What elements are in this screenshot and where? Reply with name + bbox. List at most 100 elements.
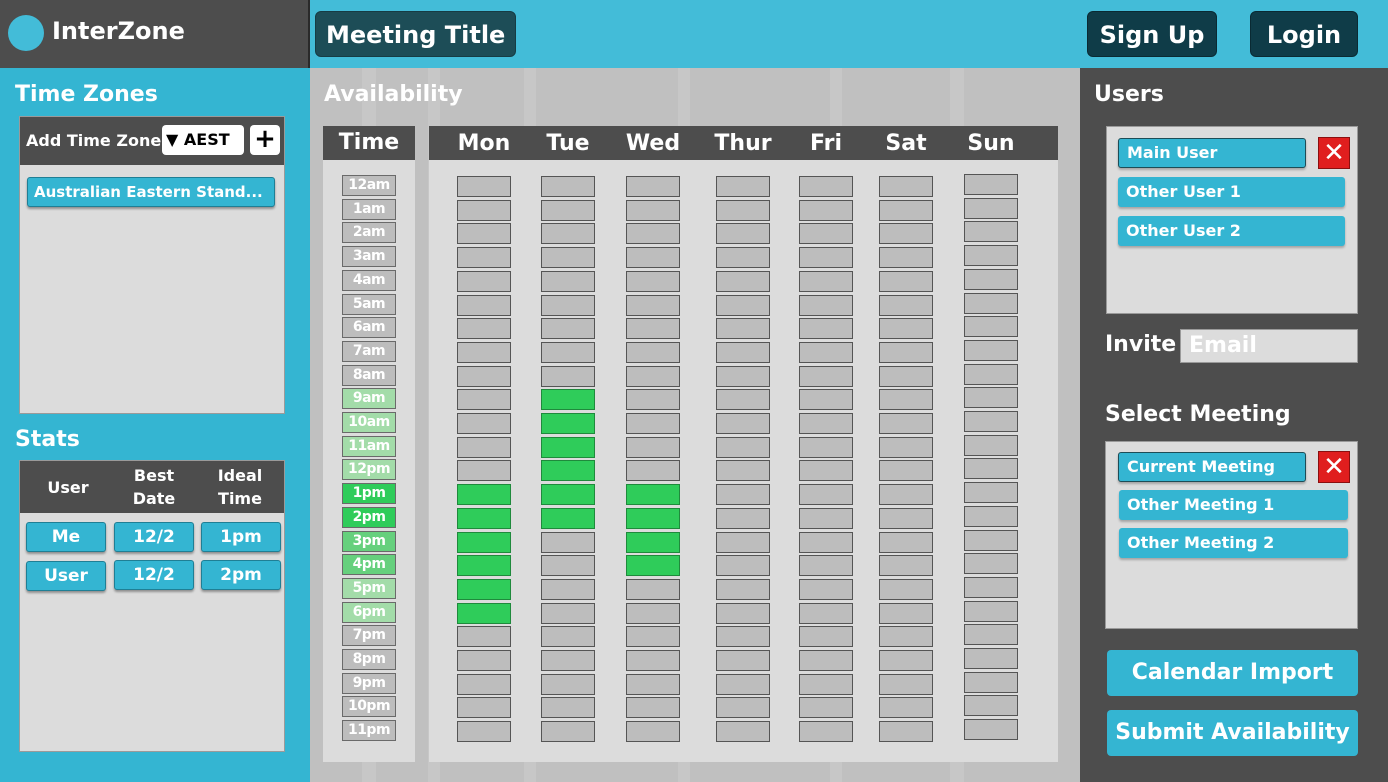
slot-fri-1pm[interactable] [799, 484, 853, 506]
remove-user-icon[interactable]: ✕ [1318, 137, 1350, 169]
slot-wed-11pm[interactable] [626, 721, 680, 743]
slot-sun-8pm[interactable] [964, 648, 1018, 669]
slot-tue-7pm[interactable] [541, 626, 595, 648]
slot-fri-10am[interactable] [799, 413, 853, 434]
slot-sun-9pm[interactable] [964, 671, 1018, 693]
slot-mon-3pm[interactable] [457, 531, 511, 553]
slot-sun-7am[interactable] [964, 339, 1018, 361]
slot-thur-3am[interactable] [716, 247, 770, 269]
slot-mon-12am[interactable] [457, 176, 511, 197]
slot-mon-9pm[interactable] [457, 673, 511, 695]
slot-tue-3am[interactable] [541, 247, 595, 269]
slot-thur-11pm[interactable] [716, 721, 770, 743]
slot-sat-4pm[interactable] [879, 555, 933, 577]
slot-wed-10am[interactable] [626, 413, 680, 434]
slot-sat-1am[interactable] [879, 199, 933, 221]
slot-sat-5pm[interactable] [879, 578, 933, 600]
slot-sat-4am[interactable] [879, 270, 933, 292]
slot-fri-3am[interactable] [799, 247, 853, 269]
slot-fri-3pm[interactable] [799, 531, 853, 553]
slot-thur-10am[interactable] [716, 413, 770, 434]
slot-sun-4pm[interactable] [964, 553, 1018, 575]
slot-tue-1am[interactable] [541, 199, 595, 221]
slot-mon-4am[interactable] [457, 270, 511, 292]
user-item[interactable]: Other User 1 [1118, 177, 1345, 207]
slot-sat-6am[interactable] [879, 318, 933, 340]
add-time-zone-button[interactable]: + [250, 125, 280, 155]
slot-sun-10am[interactable] [964, 411, 1018, 432]
slot-sat-2pm[interactable] [879, 507, 933, 529]
slot-sun-3pm[interactable] [964, 529, 1018, 551]
slot-tue-11pm[interactable] [541, 721, 595, 743]
slot-wed-5pm[interactable] [626, 578, 680, 600]
slot-wed-4pm[interactable] [626, 555, 680, 577]
stats-time-cell[interactable]: 2pm [201, 560, 281, 590]
slot-fri-10pm[interactable] [799, 697, 853, 719]
slot-sun-6am[interactable] [964, 316, 1018, 338]
slot-thur-6pm[interactable] [716, 602, 770, 624]
slot-mon-1pm[interactable] [457, 484, 511, 506]
slot-thur-12am[interactable] [716, 176, 770, 197]
slot-mon-8pm[interactable] [457, 650, 511, 671]
slot-fri-11pm[interactable] [799, 721, 853, 743]
submit-availability-button[interactable]: Submit Availability [1107, 710, 1358, 756]
slot-fri-4pm[interactable] [799, 555, 853, 577]
slot-sat-9am[interactable] [879, 389, 933, 411]
slot-mon-2am[interactable] [457, 223, 511, 245]
invite-email-input[interactable]: Email [1180, 329, 1358, 363]
stats-date-cell[interactable]: 12/2 [114, 560, 194, 590]
slot-mon-12pm[interactable] [457, 460, 511, 482]
slot-sun-5am[interactable] [964, 292, 1018, 314]
slot-fri-8pm[interactable] [799, 650, 853, 671]
stats-time-cell[interactable]: 1pm [201, 522, 281, 552]
slot-fri-4am[interactable] [799, 270, 853, 292]
slot-wed-1am[interactable] [626, 199, 680, 221]
stats-user-cell[interactable]: Me [26, 522, 106, 552]
slot-sat-3pm[interactable] [879, 531, 933, 553]
slot-thur-7am[interactable] [716, 341, 770, 363]
slot-sat-2am[interactable] [879, 223, 933, 245]
slot-sun-12pm[interactable] [964, 458, 1018, 480]
slot-tue-7am[interactable] [541, 341, 595, 363]
slot-sat-10pm[interactable] [879, 697, 933, 719]
slot-tue-12pm[interactable] [541, 460, 595, 482]
slot-wed-12am[interactable] [626, 176, 680, 197]
slot-mon-3am[interactable] [457, 247, 511, 269]
slot-thur-9am[interactable] [716, 389, 770, 411]
slot-fri-9am[interactable] [799, 389, 853, 411]
slot-tue-11am[interactable] [541, 436, 595, 458]
slot-wed-8pm[interactable] [626, 650, 680, 671]
slot-wed-9pm[interactable] [626, 673, 680, 695]
slot-thur-5am[interactable] [716, 294, 770, 316]
slot-sun-2pm[interactable] [964, 505, 1018, 527]
slot-thur-7pm[interactable] [716, 626, 770, 648]
slot-mon-5am[interactable] [457, 294, 511, 316]
slot-wed-3pm[interactable] [626, 531, 680, 553]
slot-sun-1am[interactable] [964, 197, 1018, 219]
slot-mon-10pm[interactable] [457, 697, 511, 719]
slot-mon-11pm[interactable] [457, 721, 511, 743]
slot-sun-1pm[interactable] [964, 482, 1018, 504]
slot-sat-8am[interactable] [879, 365, 933, 387]
slot-thur-6am[interactable] [716, 318, 770, 340]
slot-thur-8pm[interactable] [716, 650, 770, 671]
slot-tue-4pm[interactable] [541, 555, 595, 577]
slot-wed-1pm[interactable] [626, 484, 680, 506]
slot-tue-2am[interactable] [541, 223, 595, 245]
slot-mon-10am[interactable] [457, 413, 511, 434]
user-item-main[interactable]: Main User [1118, 138, 1306, 168]
slot-sat-6pm[interactable] [879, 602, 933, 624]
slot-sun-11am[interactable] [964, 434, 1018, 456]
slot-sun-7pm[interactable] [964, 624, 1018, 646]
slot-fri-12pm[interactable] [799, 460, 853, 482]
slot-thur-4pm[interactable] [716, 555, 770, 577]
slot-mon-1am[interactable] [457, 199, 511, 221]
login-button[interactable]: Login [1250, 11, 1358, 57]
slot-thur-5pm[interactable] [716, 578, 770, 600]
slot-sun-12am[interactable] [964, 174, 1018, 195]
slot-fri-2am[interactable] [799, 223, 853, 245]
slot-fri-5am[interactable] [799, 294, 853, 316]
slot-fri-5pm[interactable] [799, 578, 853, 600]
slot-thur-1pm[interactable] [716, 484, 770, 506]
meeting-item[interactable]: Other Meeting 2 [1119, 528, 1348, 558]
